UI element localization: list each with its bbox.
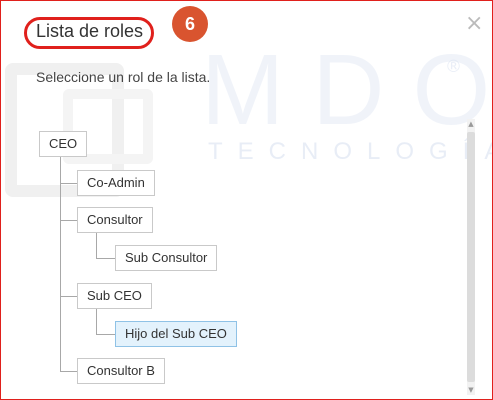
tree-connector (60, 371, 77, 372)
roles-dialog: MDO ® TECNOLOGÍA Lista de roles 6 × Sele… (0, 0, 493, 400)
role-node-sub-consultor[interactable]: Sub Consultor (115, 245, 218, 271)
role-node-consultor-b[interactable]: Consultor B (77, 358, 165, 384)
role-node-ceo[interactable]: CEO (39, 131, 88, 157)
scroll-down-arrow-icon[interactable]: ▼ (467, 385, 475, 395)
role-node-sub-ceo[interactable]: Sub CEO (77, 283, 152, 309)
role-node-consultor[interactable]: Consultor (77, 207, 153, 233)
role-tree: CEO Co-Admin Consultor Sub Consultor Sub… (1, 1, 492, 399)
scroll-up-arrow-icon[interactable]: ▲ (467, 119, 475, 129)
tree-connector (60, 296, 77, 297)
tree-connector (60, 220, 77, 221)
tree-connector (96, 309, 97, 334)
tree-connector (60, 156, 61, 371)
tree-connector (60, 183, 77, 184)
role-node-hijo-sub-ceo[interactable]: Hijo del Sub CEO (115, 321, 237, 347)
scrollbar-thumb[interactable] (467, 132, 475, 382)
tree-connector (96, 258, 115, 259)
tree-connector (96, 334, 115, 335)
tree-connector (96, 233, 97, 258)
role-node-coadmin[interactable]: Co-Admin (77, 170, 155, 196)
